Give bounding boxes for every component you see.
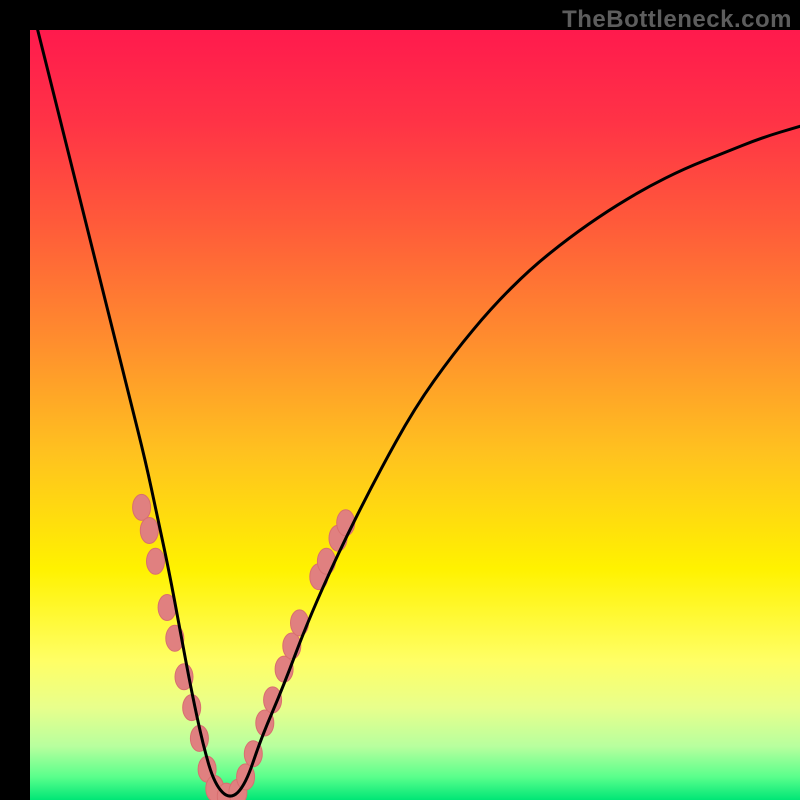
data-marker [147,548,165,574]
curve-layer [30,30,800,800]
bottleneck-curve [38,30,800,796]
data-markers [133,494,355,800]
data-marker [291,610,309,636]
plot-area [30,30,800,800]
data-marker [133,494,151,520]
data-marker [140,518,158,544]
data-marker [317,548,335,574]
watermark-text: TheBottleneck.com [562,6,792,34]
chart-frame: TheBottleneck.com [0,0,800,800]
